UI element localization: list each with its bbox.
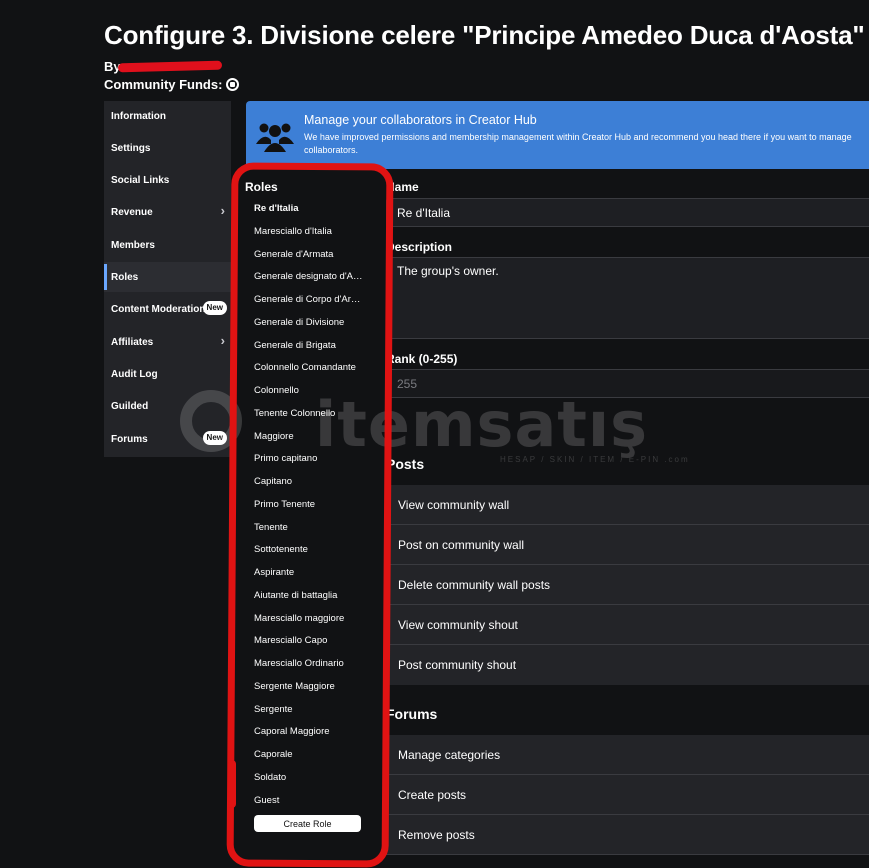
nav-item-revenue[interactable]: Revenue › [104, 197, 231, 227]
redaction-scribble [117, 60, 223, 73]
nav-item-label: Settings [111, 142, 151, 154]
nav-item-label: Audit Log [111, 368, 158, 380]
permission-label: Delete community wall posts [398, 577, 551, 592]
forums-permissions: Manage categories Create posts Remove po… [386, 735, 869, 855]
permission-remove-posts[interactable]: Remove posts [386, 815, 869, 855]
role-item[interactable]: Generale d'Armata [254, 249, 364, 269]
role-item[interactable]: Sergente Maggiore [254, 681, 364, 701]
new-badge: New [202, 301, 227, 315]
nav-item-content-moderation[interactable]: Content Moderation New [104, 294, 231, 324]
role-item[interactable]: Caporale [254, 749, 364, 769]
nav-item-social-links[interactable]: Social Links [104, 165, 231, 195]
robux-icon [226, 78, 240, 91]
nav-item-label: Guilded [111, 400, 149, 412]
nav-item-label: Affiliates [111, 336, 154, 348]
role-item[interactable]: Maresciallo maggiore [254, 613, 364, 633]
role-item[interactable]: Tenente [254, 522, 364, 542]
description-label: Description [386, 240, 453, 254]
banner-title: Manage your collaborators in Creator Hub [304, 113, 537, 127]
forums-heading: Forums [386, 706, 438, 722]
role-item[interactable]: Guest [254, 795, 364, 815]
role-item[interactable]: Sottotenente [254, 544, 364, 564]
settings-nav: Information Settings Social Links Revenu… [104, 101, 231, 457]
chevron-right-icon: › [220, 203, 225, 218]
role-item[interactable]: Maresciallo Ordinario [254, 658, 364, 678]
role-item[interactable]: Generale di Brigata [254, 340, 364, 360]
permission-label: Manage categories [398, 747, 501, 762]
posts-heading: Posts [386, 456, 425, 472]
nav-item-information[interactable]: Information [104, 101, 231, 131]
nav-item-label: Content Moderation [111, 303, 206, 315]
nav-item-audit-log[interactable]: Audit Log [104, 359, 231, 389]
permission-post-on-community-wall[interactable]: Post on community wall [386, 525, 869, 565]
role-item[interactable]: Generale di Divisione [254, 317, 364, 337]
permission-view-community-wall[interactable]: View community wall [386, 485, 869, 525]
permission-label: Post on community wall [398, 537, 525, 552]
nav-item-roles[interactable]: Roles [104, 262, 231, 292]
role-item[interactable]: Generale designato d'Armata [254, 271, 364, 291]
posts-permissions: View community wall Post on community wa… [386, 485, 869, 685]
permission-label: Remove posts [398, 827, 475, 842]
permission-create-posts[interactable]: Create posts [386, 775, 869, 815]
role-name-input[interactable] [386, 198, 869, 227]
permission-delete-community-wall-posts[interactable]: Delete community wall posts [386, 565, 869, 605]
role-item[interactable]: Primo capitano [254, 453, 364, 473]
role-item[interactable]: Primo Tenente [254, 499, 364, 519]
nav-item-forums[interactable]: Forums New [104, 424, 231, 454]
funds-label: Community Funds: [104, 77, 223, 92]
nav-item-label: Forums [111, 433, 148, 445]
role-item[interactable]: Maresciallo d'Italia [254, 226, 364, 246]
rank-label: Rank (0-255) [386, 352, 458, 366]
nav-item-label: Social Links [111, 174, 170, 186]
nav-item-guilded[interactable]: Guilded [104, 391, 231, 421]
role-item[interactable]: Aiutante di battaglia [254, 590, 364, 610]
page-title: Configure 3. Divisione celere "Principe … [104, 20, 865, 50]
role-item[interactable]: Colonnello [254, 385, 364, 405]
role-item[interactable]: Caporal Maggiore [254, 726, 364, 746]
permission-label: Create posts [398, 787, 467, 802]
create-role-button[interactable]: Create Role [254, 815, 361, 832]
permission-manage-categories[interactable]: Manage categories [386, 735, 869, 775]
permission-label: View community wall [398, 497, 510, 512]
watermark-text: itemsatış [315, 388, 649, 461]
role-item[interactable]: Tenente Colonnello [254, 408, 364, 428]
permission-post-community-shout[interactable]: Post community shout [386, 645, 869, 685]
nav-item-affiliates[interactable]: Affiliates › [104, 327, 231, 357]
nav-item-members[interactable]: Members [104, 230, 231, 260]
creator-hub-banner: Manage your collaborators in Creator Hub… [246, 101, 869, 169]
nav-item-label: Information [111, 110, 166, 122]
role-item[interactable]: Maresciallo Capo [254, 635, 364, 655]
role-item[interactable]: Aspirante [254, 567, 364, 587]
permission-label: View community shout [398, 617, 518, 632]
watermark-subtext: HESAP / SKIN / ITEM / E-PIN .com [500, 455, 690, 464]
chevron-right-icon: › [220, 333, 225, 348]
role-description-input[interactable]: The group's owner. [386, 257, 869, 339]
permission-label: Post community shout [398, 658, 517, 672]
nav-item-label: Roles [111, 271, 139, 283]
community-funds: Community Funds: [104, 77, 240, 92]
role-item[interactable]: Colonnello Comandante [254, 362, 364, 382]
role-item[interactable]: Sergente [254, 704, 364, 724]
role-item[interactable]: Maggiore [254, 431, 364, 451]
roles-heading: Roles [245, 180, 278, 194]
banner-text: We have improved permissions and members… [304, 132, 852, 155]
role-item[interactable]: Generale di Corpo d'Armata [254, 294, 364, 314]
rank-input [386, 369, 869, 398]
permission-view-community-shout[interactable]: View community shout [386, 605, 869, 645]
nav-item-label: Revenue [111, 206, 153, 218]
collaborators-icon [256, 123, 294, 152]
role-item[interactable]: Re d'Italia [254, 203, 364, 223]
nav-item-settings[interactable]: Settings [104, 133, 231, 163]
role-item[interactable]: Capitano [254, 476, 364, 496]
role-item[interactable]: Soldato [254, 772, 364, 792]
red-annotation-mark [228, 760, 236, 808]
name-label: Name [386, 180, 419, 194]
new-badge: New [202, 431, 227, 445]
nav-item-label: Members [111, 239, 155, 251]
